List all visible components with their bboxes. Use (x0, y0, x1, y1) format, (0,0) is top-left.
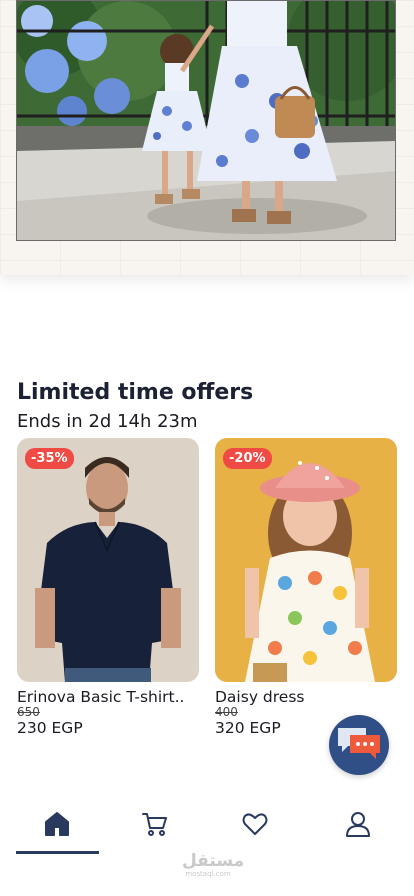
chat-bubble-icon (336, 726, 382, 764)
hero-banner (0, 0, 414, 275)
offers-countdown: Ends in 2d 14h 23m (17, 411, 198, 432)
nav-account[interactable] (338, 806, 378, 846)
chat-button[interactable] (329, 715, 389, 775)
offers-title: Limited time offers (17, 380, 254, 405)
user-icon (344, 810, 372, 842)
nav-cart[interactable] (135, 806, 175, 846)
watermark: مستقل mostaql.com (182, 851, 245, 879)
hero-image[interactable] (16, 0, 396, 241)
home-icon (43, 810, 71, 842)
product-image[interactable]: -20% (215, 438, 397, 682)
product-old-price: 650 (17, 705, 40, 719)
cart-icon (141, 810, 169, 842)
product-name[interactable]: Daisy dress (215, 688, 397, 706)
watermark-url: mostaql.com (185, 870, 231, 878)
product-name[interactable]: Erinova Basic T-shirt.. (17, 688, 199, 706)
product-card[interactable]: -20% Daisy dress 400 320 EGP (215, 438, 397, 738)
discount-badge: -20% (223, 448, 272, 469)
nav-favorites[interactable] (235, 806, 275, 846)
bottom-nav (0, 796, 414, 856)
product-image[interactable]: -35% (17, 438, 199, 682)
active-tab-indicator (16, 851, 99, 854)
discount-badge: -35% (25, 448, 74, 469)
product-price: 230 EGP (17, 719, 83, 737)
product-card[interactable]: -35% Erinova Basic T-shirt.. 650 230 EGP (17, 438, 199, 738)
heart-icon (241, 810, 269, 842)
nav-home[interactable] (37, 806, 77, 846)
watermark-logo: مستقل (182, 851, 245, 871)
